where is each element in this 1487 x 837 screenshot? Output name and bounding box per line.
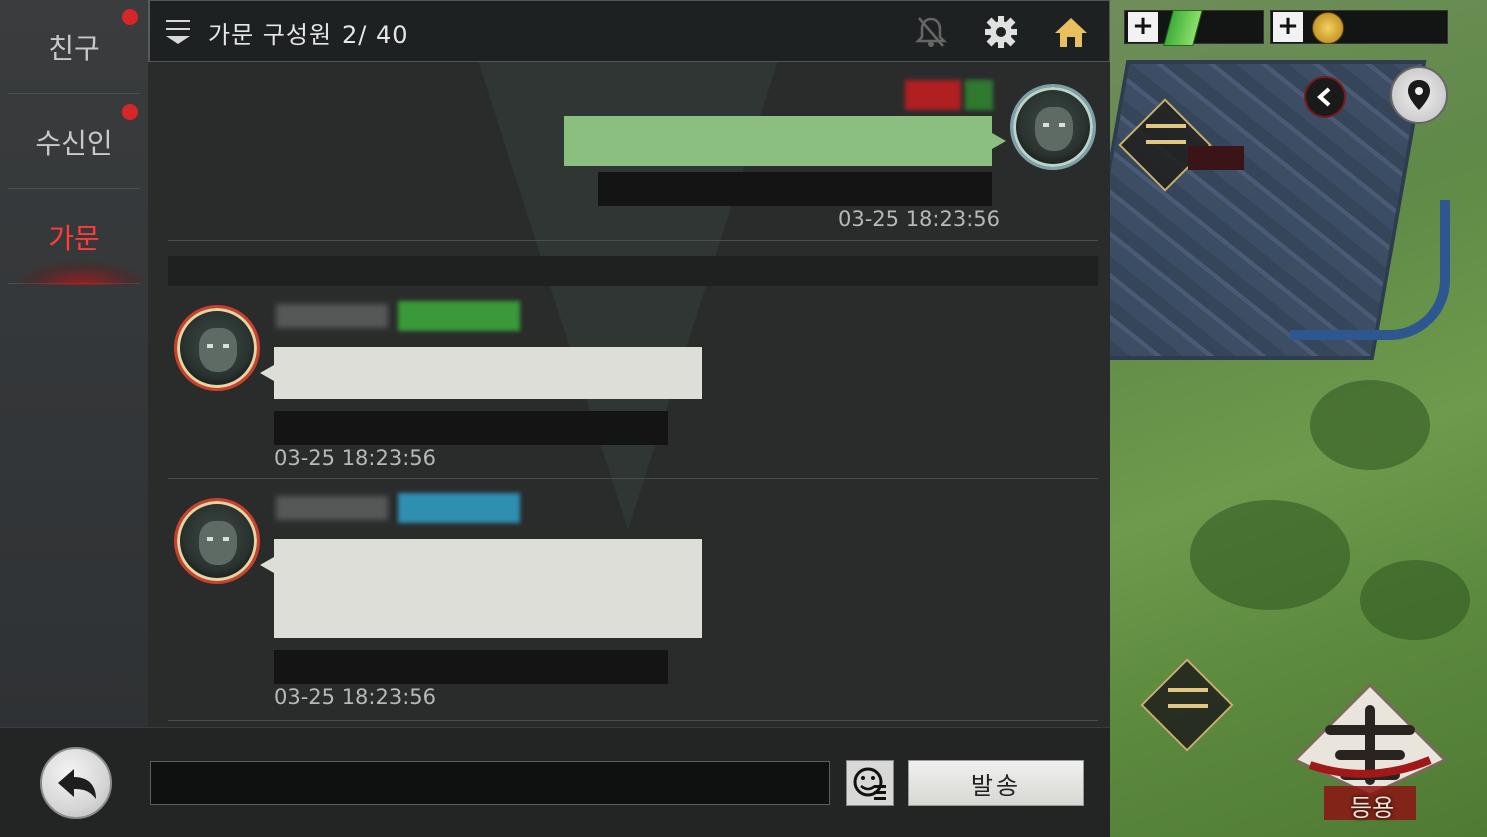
home-icon[interactable] (1052, 13, 1090, 51)
chat-input[interactable] (150, 761, 830, 805)
member-avatar[interactable] (174, 498, 260, 584)
blurred-rank-tag (905, 80, 961, 110)
emoji-button[interactable] (846, 760, 894, 806)
tab-recipients-label: 수신인 (35, 126, 113, 160)
message-timestamp: 03-25 18:23:56 (274, 446, 437, 470)
emoji-icon (853, 767, 886, 800)
blurred-member-name (276, 304, 388, 328)
recruit-label: 등용 (1350, 794, 1395, 822)
self-message-bubble (564, 116, 1006, 166)
blurred-member-name (276, 496, 388, 520)
message-divider (168, 240, 1098, 241)
fortress-icon (1146, 124, 1186, 144)
blurred-member-tag (398, 493, 520, 523)
redacted-bar (274, 650, 668, 684)
back-arrow-icon (58, 769, 96, 799)
chat-input-bar: 발송 (0, 727, 1110, 837)
blurred-member-tag (398, 301, 520, 331)
menu-icon[interactable] (166, 20, 190, 46)
clan-members-title: 가문 구성원 (208, 21, 333, 49)
map-back-button[interactable] (1304, 76, 1346, 118)
location-pin-icon (1408, 80, 1430, 110)
message-timestamp: 03-25 18:23:56 (274, 685, 437, 709)
chat-header: 가문 구성원 2/ 40 (148, 0, 1110, 62)
forest-patch (1310, 380, 1430, 470)
add-gold-button[interactable]: + (1273, 12, 1303, 42)
back-button[interactable] (40, 747, 112, 819)
page-title: 가문 구성원 2/ 40 (208, 15, 409, 50)
self-avatar[interactable] (1010, 84, 1096, 170)
member-count: 2/ 40 (342, 21, 409, 49)
recruit-icon (1292, 682, 1448, 797)
forest-patch (1360, 560, 1470, 640)
recruit-button[interactable]: 등용 (1290, 680, 1450, 830)
gear-icon[interactable] (982, 13, 1020, 51)
gold-coin-icon (1312, 12, 1344, 44)
member-avatar[interactable] (174, 305, 260, 391)
add-jade-button[interactable]: + (1128, 12, 1158, 42)
chat-sidebar: 친구 수신인 가문 (0, 0, 148, 727)
member-message-bubble (260, 347, 702, 399)
forest-patch (1190, 500, 1350, 610)
redacted-bar (274, 411, 668, 445)
blurred-level-tag (965, 80, 993, 110)
redacted-bar (598, 172, 992, 206)
member-message-bubble (260, 539, 702, 638)
tab-clan[interactable]: 가문 (8, 190, 148, 285)
tab-clan-label: 가문 (48, 221, 100, 255)
chat-panel: 가문 구성원 2/ 40 03-25 18:23:56 03-25 18:23:… (148, 0, 1110, 727)
redacted-bar (168, 256, 1098, 286)
tab-recipients[interactable]: 수신인 (8, 95, 140, 189)
river (1290, 200, 1450, 340)
active-tab-glow (16, 261, 148, 285)
notification-dot (122, 104, 138, 120)
message-timestamp: 03-25 18:23:56 (838, 207, 1001, 231)
chevron-left-icon (1316, 87, 1331, 107)
redacted-bar (1188, 146, 1244, 170)
message-divider (168, 478, 1098, 479)
notification-dot (122, 9, 138, 25)
message-divider (168, 720, 1098, 721)
fortress-icon (1168, 688, 1208, 708)
tab-friends[interactable]: 친구 (8, 0, 140, 94)
location-button[interactable] (1390, 66, 1448, 124)
game-screen: 친구 수신인 가문 가문 구성원 2/ 40 03-25 18:23:56 03… (0, 0, 1487, 837)
send-button[interactable]: 발송 (908, 760, 1084, 806)
tab-friends-label: 친구 (48, 31, 100, 65)
bell-muted-icon[interactable] (912, 13, 950, 51)
